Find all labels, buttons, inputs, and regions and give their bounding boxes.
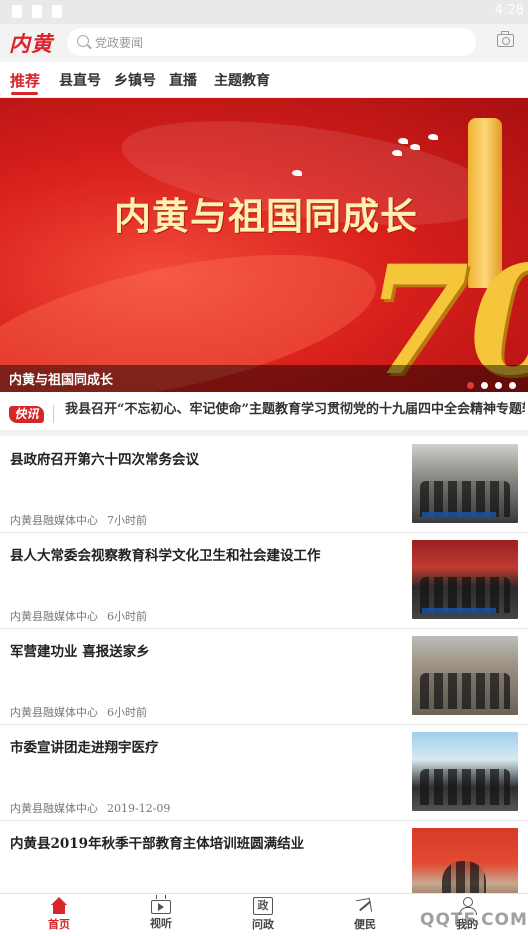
news-source: 内黄县融媒体中心 xyxy=(10,802,98,815)
list-item[interactable]: 县政府召开第六十四次常务会议 内黄县融媒体中心 7小时前 xyxy=(0,437,528,533)
nav-politics[interactable]: 政 问政 xyxy=(233,897,293,932)
news-title: 市委宣讲团走进翔宇医疗 xyxy=(10,740,159,756)
carousel-dot[interactable] xyxy=(495,382,502,389)
search-placeholder: 党政要闻 xyxy=(95,36,144,50)
active-tab-indicator xyxy=(11,92,38,95)
tab-township[interactable]: 乡镇号 xyxy=(114,70,156,90)
nav-video[interactable]: 视听 xyxy=(131,897,191,931)
nav-label: 首页 xyxy=(48,918,70,931)
news-source: 内黄县融媒体中心 xyxy=(10,514,98,527)
news-meta: 内黄县融媒体中心 7小时前 xyxy=(10,512,147,528)
home-icon xyxy=(49,897,69,915)
news-meta: 内黄县融媒体中心 6小时前 xyxy=(10,608,147,624)
divider xyxy=(53,405,54,423)
download-icon xyxy=(32,5,42,18)
hero-banner[interactable]: 内黄与祖国同成长 70 内黄与祖国同成长 xyxy=(0,98,528,392)
dove-icon xyxy=(292,170,302,176)
news-title: 军营建功业 喜报送家乡 xyxy=(10,644,150,660)
news-thumbnail xyxy=(412,444,518,523)
news-meta: 内黄县融媒体中心 2019-12-09 xyxy=(10,800,170,816)
news-title: 县人大常委会视察教育科学文化卫生和社会建设工作 xyxy=(10,548,321,564)
banner-caption-bar: 内黄与祖国同成长 xyxy=(0,365,528,392)
flash-news[interactable]: 快讯 我县召开“不忘初心、牢记使命”主题教育学习贯彻党的十九届四中全会精神专题辅… xyxy=(0,392,528,436)
flash-headline: 我县召开“不忘初心、牢记使命”主题教育学习贯彻党的十九届四中全会精神专题辅导报告… xyxy=(65,402,525,417)
banner-caption: 内黄与祖国同成长 xyxy=(9,373,114,388)
tab-theme-education[interactable]: 主题教育 xyxy=(214,70,270,90)
news-time: 6小时前 xyxy=(107,706,147,719)
tab-recommend[interactable]: 推荐 xyxy=(10,70,40,91)
news-meta: 内黄县融媒体中心 6小时前 xyxy=(10,704,147,720)
image-icon xyxy=(52,5,62,18)
dove-icon xyxy=(398,138,408,144)
news-time: 7小时前 xyxy=(107,514,147,527)
search-icon xyxy=(77,35,89,47)
news-title: 内黄县2019年秋季干部教育主体培训班圆满结业 xyxy=(10,836,305,852)
news-thumbnail xyxy=(412,732,518,811)
list-item[interactable]: 市委宣讲团走进翔宇医疗 内黄县融媒体中心 2019-12-09 xyxy=(0,725,528,821)
tab-county[interactable]: 县直号 xyxy=(59,70,101,90)
list-item[interactable]: 军营建功业 喜报送家乡 内黄县融媒体中心 6小时前 xyxy=(0,629,528,725)
nav-service[interactable]: 便民 xyxy=(335,897,395,932)
news-thumbnail xyxy=(412,540,518,619)
tv-icon xyxy=(151,900,171,914)
carousel-dot[interactable] xyxy=(509,382,516,389)
app-header: 内黄 党政要闻 xyxy=(0,24,528,62)
news-source: 内黄县融媒体中心 xyxy=(10,610,98,623)
status-bar: 4:28 xyxy=(0,0,528,24)
watermark: QQTF.COM xyxy=(420,910,528,930)
news-source: 内黄县融媒体中心 xyxy=(10,706,98,719)
nav-home[interactable]: 首页 xyxy=(29,897,89,932)
news-title: 县政府召开第六十四次常务会议 xyxy=(10,452,199,468)
tab-live[interactable]: 直播 xyxy=(169,70,197,90)
dove-icon xyxy=(410,144,420,150)
notification-icon xyxy=(12,5,22,18)
status-time: 4:28 xyxy=(494,3,524,18)
search-input[interactable]: 党政要闻 xyxy=(67,28,476,56)
dove-icon xyxy=(392,150,402,156)
carousel-dot[interactable] xyxy=(467,382,474,389)
news-thumbnail xyxy=(412,636,518,715)
news-time: 6小时前 xyxy=(107,610,147,623)
carousel-dot[interactable] xyxy=(481,382,488,389)
nav-label: 便民 xyxy=(354,918,376,931)
camera-icon[interactable] xyxy=(497,31,514,47)
app-logo: 内黄 xyxy=(9,31,53,56)
channel-tabs: 推荐 县直号 乡镇号 直播 主题教育 xyxy=(0,62,528,98)
banner-headline: 内黄与祖国同成长 xyxy=(114,194,418,238)
news-list: 县政府召开第六十四次常务会议 内黄县融媒体中心 7小时前 县人大常委会视察教育科学… xyxy=(0,437,528,917)
list-item[interactable]: 县人大常委会视察教育科学文化卫生和社会建设工作 内黄县融媒体中心 6小时前 xyxy=(0,533,528,629)
news-time: 2019-12-09 xyxy=(107,802,171,815)
zheng-icon: 政 xyxy=(253,897,273,915)
nav-label: 视听 xyxy=(150,917,172,930)
flash-badge: 快讯 xyxy=(9,406,44,423)
paper-plane-icon xyxy=(355,897,375,915)
carousel-dots xyxy=(460,374,516,392)
dove-icon xyxy=(428,134,438,140)
nav-label: 问政 xyxy=(252,918,274,931)
